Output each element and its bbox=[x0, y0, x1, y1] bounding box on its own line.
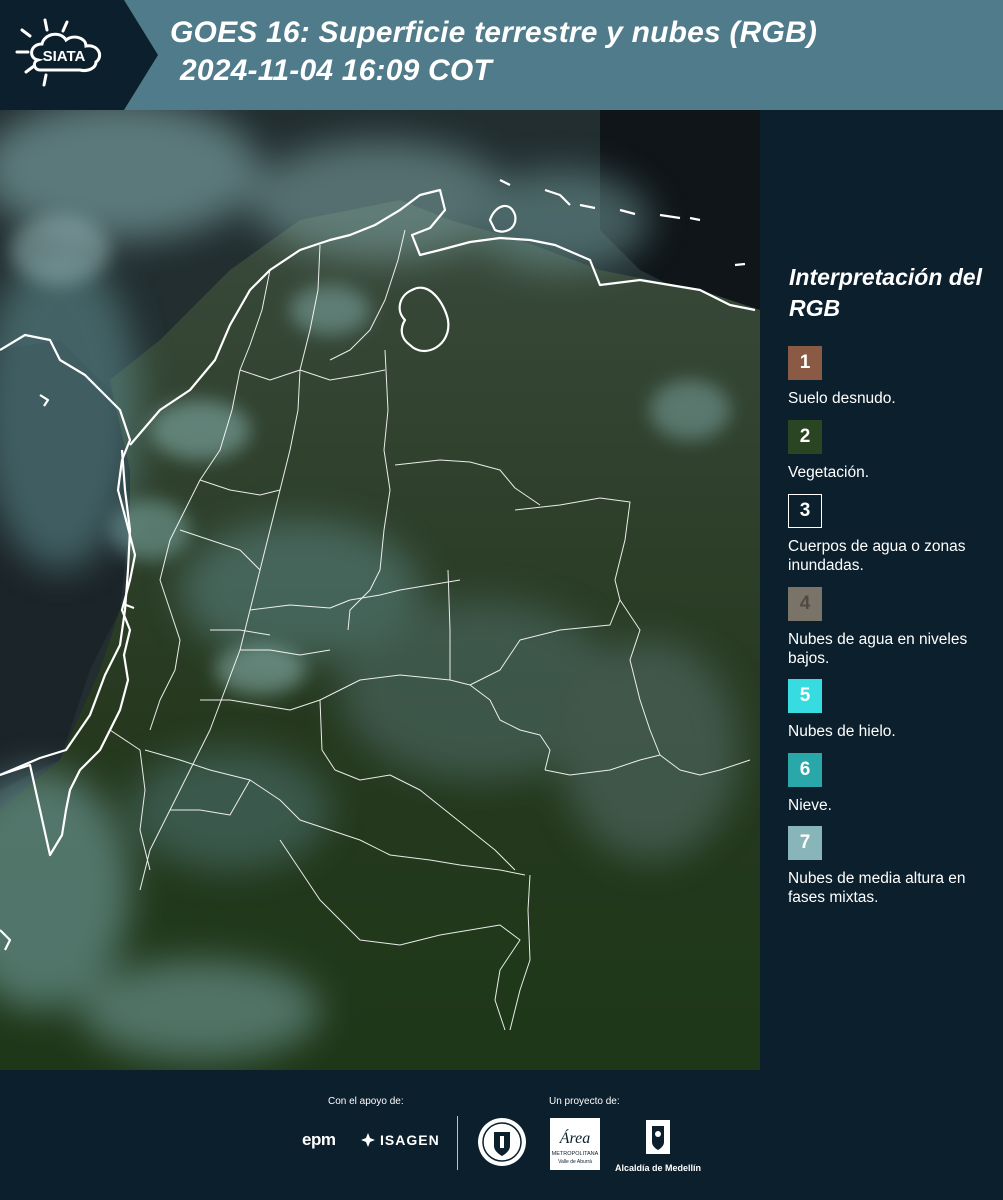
legend-swatch: 4 bbox=[788, 587, 822, 621]
legend-item-vegetation: 2 Vegetación. bbox=[788, 420, 993, 482]
epm-logo[interactable]: epm bbox=[302, 1130, 336, 1150]
legend-item-ice-clouds: 5 Nubes de hielo. bbox=[788, 679, 993, 741]
legend-item-water: 3 Cuerpos de agua o zonas inundadas. bbox=[788, 494, 993, 575]
alcaldia-crest-icon bbox=[646, 1120, 670, 1154]
legend-swatch: 5 bbox=[788, 679, 822, 713]
page-title: GOES 16: Superficie terrestre y nubes (R… bbox=[170, 16, 818, 49]
area-logo-text: Área bbox=[559, 1128, 591, 1147]
footer: Con el apoyo de: Un proyecto de: epm ISA… bbox=[0, 1070, 1003, 1200]
isagen-text: ISAGEN bbox=[380, 1132, 440, 1148]
header-bar: SIATA GOES 16: Superficie terrestre y nu… bbox=[0, 0, 1003, 110]
isagen-mark-icon bbox=[361, 1133, 375, 1147]
legend-label: Nieve. bbox=[788, 797, 832, 814]
legend-swatch: 3 bbox=[788, 494, 822, 528]
legend-panel: Interpretación del RGB 1 Suelo desnudo. … bbox=[760, 110, 1003, 1068]
legend-item-snow: 6 Nieve. bbox=[788, 753, 993, 815]
timestamp-title: 2024-11-04 16:09 COT bbox=[180, 54, 492, 87]
legend-swatch: 1 bbox=[788, 346, 822, 380]
footer-divider bbox=[457, 1116, 458, 1170]
legend-label: Nubes de hielo. bbox=[788, 723, 896, 740]
legend-swatch: 2 bbox=[788, 420, 822, 454]
area-logo-subtitle: METROPOLITANA bbox=[552, 1151, 599, 1157]
legend-swatch: 6 bbox=[788, 753, 822, 787]
isagen-logo[interactable]: ISAGEN bbox=[360, 1132, 440, 1148]
legend-label: Nubes de media altura en fases mixtas. bbox=[788, 870, 966, 906]
legend-title: Interpretación del RGB bbox=[789, 264, 982, 321]
alcaldia-text: Alcaldía de Medellín bbox=[614, 1163, 702, 1173]
satellite-map[interactable] bbox=[0, 110, 760, 1070]
legend-swatch: 7 bbox=[788, 826, 822, 860]
siata-logo-graphic: SIATA bbox=[0, 0, 158, 110]
legend-item-low-water-clouds: 4 Nubes de agua en niveles bajos. bbox=[788, 587, 993, 668]
legend-label: Vegetación. bbox=[788, 464, 870, 481]
medellin-seal-icon[interactable] bbox=[476, 1116, 528, 1168]
legend-label: Nubes de agua en niveles bajos. bbox=[788, 631, 968, 667]
area-metropolitana-logo[interactable]: Área METROPOLITANA Valle de Aburrá bbox=[550, 1118, 600, 1170]
satellite-map-graphic bbox=[0, 110, 760, 1070]
legend-item-mixed-clouds: 7 Nubes de media altura en fases mixtas. bbox=[788, 826, 993, 907]
legend-label: Cuerpos de agua o zonas inundadas. bbox=[788, 538, 966, 574]
alcaldia-logo[interactable]: Alcaldía de Medellín bbox=[612, 1118, 704, 1173]
legend-label: Suelo desnudo. bbox=[788, 390, 896, 407]
siata-logo-text: SIATA bbox=[43, 48, 86, 65]
area-logo-subtitle-2: Valle de Aburrá bbox=[558, 1159, 592, 1165]
project-label: Un proyecto de: bbox=[549, 1096, 620, 1107]
siata-logo[interactable]: SIATA bbox=[0, 0, 158, 110]
support-label: Con el apoyo de: bbox=[328, 1096, 404, 1107]
legend-item-bare-soil: 1 Suelo desnudo. bbox=[788, 346, 993, 408]
